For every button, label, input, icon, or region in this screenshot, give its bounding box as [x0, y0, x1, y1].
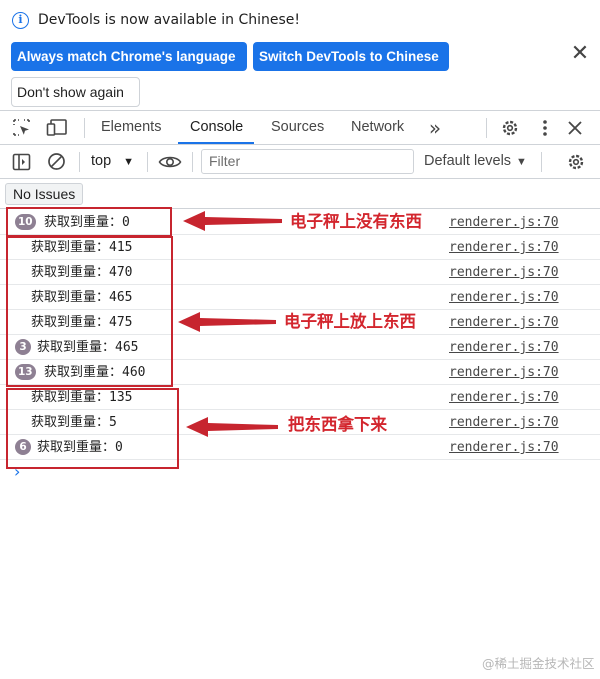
annotation-label-placed: 电子秤上放上东西 [284, 312, 416, 331]
arrow-icon [183, 211, 282, 231]
watermark: @稀土掘金技术社区 [482, 656, 595, 671]
annotation-label-removed: 把东西拿下来 [288, 415, 387, 434]
annotation-label-empty: 电子秤上没有东西 [290, 212, 422, 231]
annotation-arrows [178, 211, 282, 437]
arrow-icon [178, 312, 276, 332]
arrow-icon [186, 417, 278, 437]
